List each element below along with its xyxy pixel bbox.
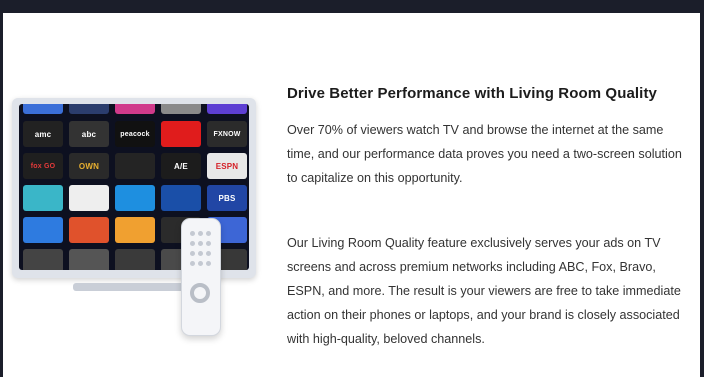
channel-tile <box>115 153 155 179</box>
channel-tile-abc: abc <box>69 121 109 147</box>
channel-tile <box>69 185 109 211</box>
feature-panel: amc abc peacock FXNOW fox GO OWN A/E ESP… <box>3 13 700 377</box>
channel-tile <box>23 217 63 243</box>
channel-tile <box>69 217 109 243</box>
remote-control-icon <box>181 218 221 336</box>
channel-tile <box>23 185 63 211</box>
channel-tile-ae: A/E <box>161 153 201 179</box>
channel-tile <box>207 104 247 114</box>
channel-tile-amc: amc <box>23 121 63 147</box>
channel-tile <box>69 249 109 270</box>
channel-tile-fxnow: FXNOW <box>207 121 247 147</box>
top-frame-bar <box>0 0 704 13</box>
channel-tile <box>161 185 201 211</box>
channel-tile <box>115 185 155 211</box>
channel-tile <box>115 249 155 270</box>
channel-tile-foxgo: fox GO <box>23 153 63 179</box>
feature-paragraph-2: Our Living Room Quality feature exclusiv… <box>287 236 681 346</box>
channel-tile <box>23 104 63 114</box>
feature-title: Drive Better Performance with Living Roo… <box>287 85 657 102</box>
channel-tile-own: OWN <box>69 153 109 179</box>
channel-tile <box>115 104 155 114</box>
channel-tile <box>69 104 109 114</box>
channel-tile <box>161 104 201 114</box>
channel-tile <box>161 121 201 147</box>
channel-tile <box>115 217 155 243</box>
remote-dpad <box>190 283 210 303</box>
channel-tile <box>23 249 63 270</box>
channel-tile-espn: ESPN <box>207 153 247 179</box>
tv-stand <box>73 283 193 291</box>
channel-tile-peacock: peacock <box>115 121 155 147</box>
feature-paragraph-1: Over 70% of viewers watch TV and browse … <box>287 123 682 185</box>
channel-tile-pbs: PBS <box>207 185 247 211</box>
